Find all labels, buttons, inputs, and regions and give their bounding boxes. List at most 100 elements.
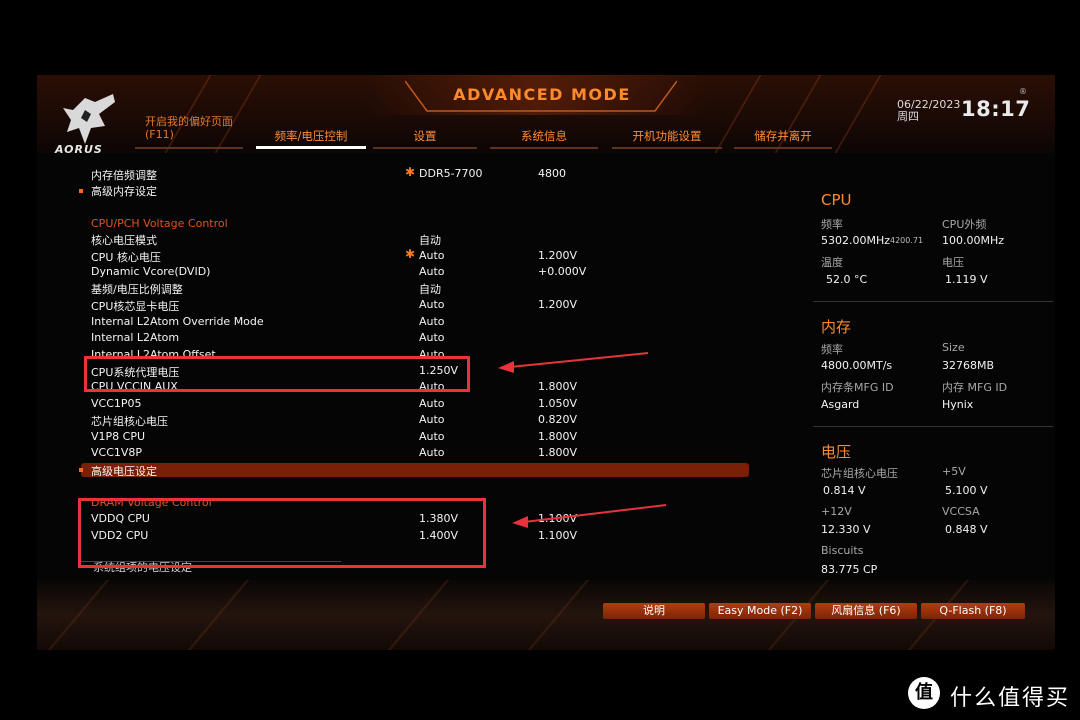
panel-cpu-title: CPU bbox=[821, 191, 852, 209]
annotation-box-dram-voltage bbox=[78, 498, 486, 568]
setting-row[interactable]: 基频/电压比例调整 自动 bbox=[91, 280, 751, 296]
setting-row[interactable]: 芯片组核心电压 Auto 0.820V bbox=[91, 412, 751, 428]
setting-row[interactable]: CPU核芯显卡电压 Auto 1.200V bbox=[91, 297, 751, 313]
help-button[interactable]: 说明 bbox=[603, 603, 705, 619]
chipset-volt-label: 芯片组核心电压 bbox=[821, 467, 898, 480]
submenu-advanced-voltage[interactable]: 高级电压设定 bbox=[91, 462, 751, 478]
setting-value: Auto bbox=[419, 446, 445, 459]
setting-label: 基频/电压比例调整 bbox=[91, 283, 183, 296]
setting-current: 0.820V bbox=[538, 413, 578, 426]
panel-memory-title: 内存 bbox=[821, 318, 852, 336]
setting-value: Auto bbox=[419, 331, 445, 344]
tab-system-info[interactable]: 系统信息 bbox=[490, 128, 598, 144]
mode-title: ADVANCED MODE bbox=[453, 85, 631, 104]
modified-star-icon: ✱ bbox=[405, 165, 416, 179]
mem-size-value: 32768MB bbox=[942, 359, 995, 372]
cpu-freq-value: 5302.00MHz bbox=[821, 234, 891, 247]
setting-label: 内存倍频调整 bbox=[91, 169, 157, 182]
setting-current: 1.100V bbox=[538, 529, 578, 542]
modified-star-icon: ✱ bbox=[405, 247, 416, 261]
favorites-shortcut[interactable]: 开启我的偏好页面 (F11) bbox=[145, 115, 233, 141]
setting-row-mem-ratio[interactable]: 内存倍频调整 ✱ DDR5-7700 4800 bbox=[91, 165, 751, 182]
setting-current: 1.100V bbox=[538, 512, 578, 525]
tab-active-indicator bbox=[256, 146, 366, 149]
mem-chip-label: 内存 MFG ID bbox=[942, 381, 1008, 394]
mem-freq-value: 4800.00MT/s bbox=[821, 359, 893, 372]
mem-size-label: Size bbox=[942, 341, 965, 354]
setting-current: 1.200V bbox=[538, 298, 578, 311]
v12-label: +12V bbox=[821, 505, 852, 518]
tab-save-exit[interactable]: 储存并离开 bbox=[734, 128, 832, 144]
cpu-freq-label: 频率 bbox=[821, 218, 843, 231]
weekday-value: 周四 bbox=[897, 110, 919, 123]
setting-row[interactable]: Dynamic Vcore(DVID) Auto +0.000V bbox=[91, 264, 751, 280]
tab-settings[interactable]: 设置 bbox=[373, 128, 477, 144]
setting-label: 高级电压设定 bbox=[91, 465, 157, 478]
submenu-advanced-memory[interactable]: 高级内存设定 bbox=[91, 182, 751, 198]
setting-label: Internal L2Atom bbox=[91, 331, 180, 344]
setting-current: 1.800V bbox=[538, 430, 578, 443]
panel-voltage-title: 电压 bbox=[821, 443, 852, 461]
setting-current: 4800 bbox=[538, 167, 566, 180]
aorus-logo-text: AORUS bbox=[55, 143, 103, 156]
setting-label: VCC1V8P bbox=[91, 446, 143, 459]
setting-row[interactable]: Internal L2Atom Override Mode Auto bbox=[91, 314, 751, 330]
setting-label: VCC1P05 bbox=[91, 397, 142, 410]
panel-divider bbox=[813, 301, 1053, 302]
setting-label: Internal L2Atom Override Mode bbox=[91, 315, 264, 328]
setting-current: 1.800V bbox=[538, 446, 578, 459]
mem-chip-value: Hynix bbox=[942, 398, 974, 411]
setting-row[interactable]: V1P8 CPU Auto 1.800V bbox=[91, 429, 751, 445]
setting-label: Dynamic Vcore(DVID) bbox=[91, 265, 211, 278]
cpu-freq-sub: 4200.71 bbox=[890, 236, 924, 245]
cpu-bclk-label: CPU外频 bbox=[942, 218, 987, 231]
setting-row[interactable]: VCC1P05 Auto 1.050V bbox=[91, 396, 751, 412]
setting-label: 芯片组核心电压 bbox=[91, 415, 168, 428]
date-display: 06/22/2023 周四 bbox=[897, 99, 960, 123]
favorites-key: (F11) bbox=[145, 128, 174, 141]
tab-boot[interactable]: 开机功能设置 bbox=[612, 128, 722, 144]
cpu-temp-label: 温度 bbox=[821, 256, 843, 269]
setting-current: 1.800V bbox=[538, 380, 578, 393]
registered-icon: ® bbox=[1019, 87, 1027, 96]
setting-value: Auto bbox=[419, 249, 445, 262]
setting-value: Auto bbox=[419, 397, 445, 410]
setting-value: DDR5-7700 bbox=[419, 167, 483, 180]
qflash-button[interactable]: Q-Flash (F8) bbox=[921, 603, 1025, 619]
setting-value: Auto bbox=[419, 430, 445, 443]
setting-row[interactable]: VCC1V8P Auto 1.800V bbox=[91, 445, 751, 461]
setting-row[interactable]: CPU 核心电压 ✱ Auto 1.200V bbox=[91, 247, 751, 264]
easy-mode-button[interactable]: Easy Mode (F2) bbox=[709, 603, 811, 619]
cpu-bclk-value: 100.00MHz bbox=[942, 234, 1005, 247]
vccsa-value: 0.848 V bbox=[945, 523, 988, 536]
setting-label: 核心电压模式 bbox=[91, 234, 157, 247]
v5-label: +5V bbox=[942, 465, 966, 478]
watermark-text: 什么值得买 bbox=[950, 686, 1071, 711]
submenu-bullet-icon bbox=[79, 189, 83, 193]
mem-mfg-label: 内存条MFG ID bbox=[821, 381, 894, 394]
setting-value: 自动 bbox=[419, 234, 441, 247]
setting-value: 自动 bbox=[419, 283, 441, 296]
cpu-temp-value: 52.0 °C bbox=[826, 273, 868, 286]
tab-frequency-voltage[interactable]: 频率/电压控制 bbox=[256, 128, 366, 144]
biscuits-value: 83.775 CP bbox=[821, 563, 878, 576]
setting-label: 高级内存设定 bbox=[91, 185, 157, 198]
fan-info-button[interactable]: 风扇信息 (F6) bbox=[815, 603, 917, 619]
v12-value: 12.330 V bbox=[821, 523, 871, 536]
setting-value: Auto bbox=[419, 413, 445, 426]
biscuits-label: Biscuits bbox=[821, 544, 864, 557]
mem-mfg-value: Asgard bbox=[821, 398, 860, 411]
setting-current: 1.050V bbox=[538, 397, 578, 410]
v5-value: 5.100 V bbox=[945, 484, 988, 497]
setting-current: 1.200V bbox=[538, 249, 578, 262]
watermark-logo-icon: 值 bbox=[908, 677, 940, 709]
time-display: 18:17 bbox=[961, 97, 1031, 121]
submenu-bullet-icon bbox=[79, 468, 83, 472]
setting-label: V1P8 CPU bbox=[91, 430, 146, 443]
setting-current: +0.000V bbox=[538, 265, 587, 278]
chipset-volt-value: 0.814 V bbox=[823, 484, 866, 497]
setting-row[interactable]: 核心电压模式 自动 bbox=[91, 231, 751, 247]
setting-value: Auto bbox=[419, 315, 445, 328]
setting-row[interactable]: Internal L2Atom Auto bbox=[91, 330, 751, 346]
setting-label: CPU核芯显卡电压 bbox=[91, 300, 180, 313]
